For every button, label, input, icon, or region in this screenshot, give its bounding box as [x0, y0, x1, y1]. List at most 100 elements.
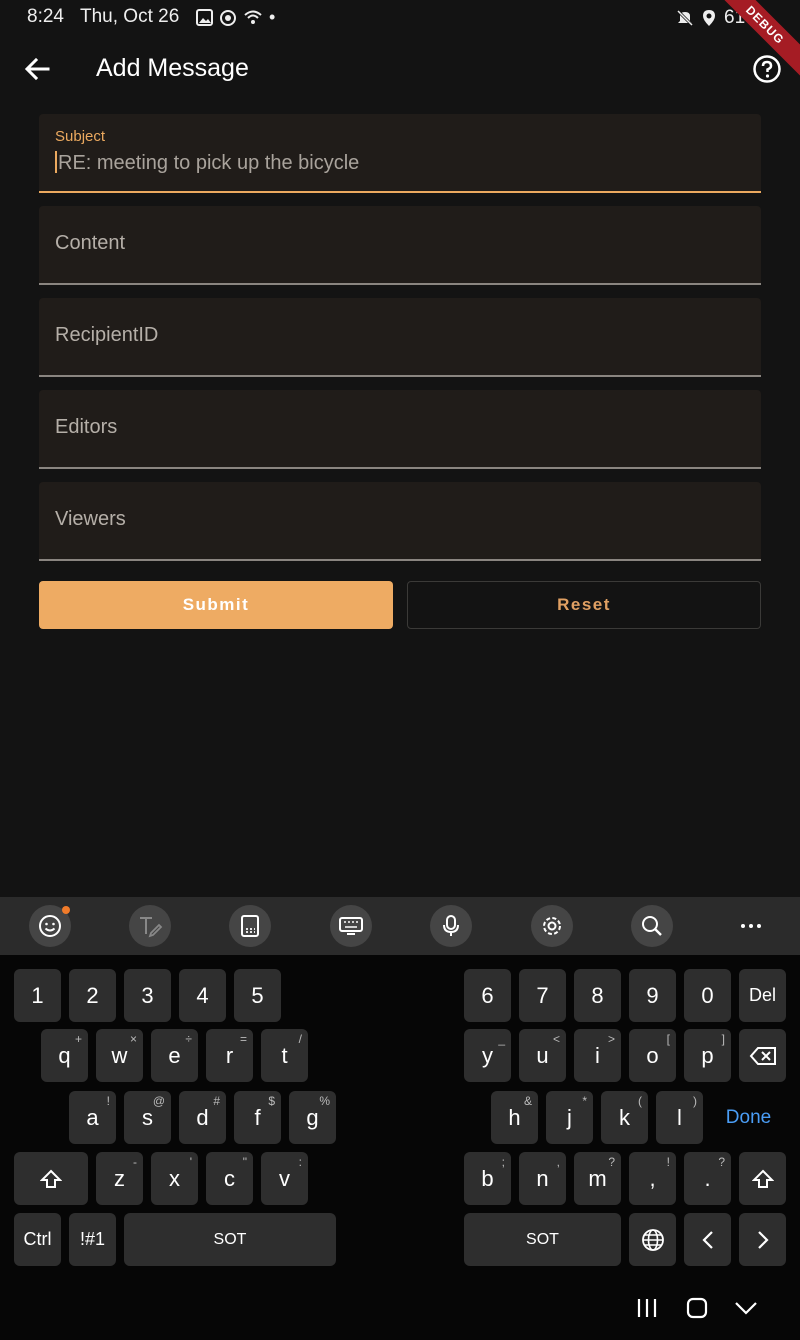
- cursor-right-key[interactable]: [739, 1213, 786, 1266]
- search-icon[interactable]: [631, 905, 673, 947]
- key-0[interactable]: 0: [684, 969, 731, 1022]
- done-key[interactable]: Done: [711, 1091, 786, 1144]
- shift-key-left[interactable]: [14, 1152, 88, 1205]
- key-z[interactable]: z-: [96, 1152, 143, 1205]
- key-label: w: [111, 1042, 128, 1068]
- sync-notification-icon: [220, 9, 236, 26]
- gallery-notification-icon: [196, 9, 213, 26]
- key-alt-label: ): [693, 1094, 697, 1108]
- hide-keyboard-icon[interactable]: [734, 1300, 758, 1316]
- location-icon: [703, 10, 715, 26]
- microphone-icon[interactable]: [430, 905, 472, 947]
- wifi-call-icon: [244, 10, 262, 24]
- key-6[interactable]: 6: [464, 969, 511, 1022]
- key-label: b: [481, 1165, 494, 1191]
- key-j[interactable]: j *: [546, 1091, 593, 1144]
- key-label: s: [142, 1104, 153, 1130]
- editors-field[interactable]: Editors: [39, 390, 761, 469]
- keyboard-layout-icon[interactable]: [330, 905, 372, 947]
- key-a[interactable]: a!: [69, 1091, 116, 1144]
- key-d[interactable]: d #: [179, 1091, 226, 1144]
- submit-button[interactable]: Submit: [39, 581, 393, 629]
- key-w[interactable]: w ×: [96, 1029, 143, 1082]
- delete-key[interactable]: Del: [739, 969, 786, 1022]
- language-key[interactable]: [629, 1213, 676, 1266]
- key-x[interactable]: x ': [151, 1152, 198, 1205]
- key-y[interactable]: y _: [464, 1029, 511, 1082]
- key-l[interactable]: l): [656, 1091, 703, 1144]
- back-arrow-icon[interactable]: [22, 54, 52, 84]
- system-nav-bar: [0, 1280, 800, 1340]
- clipboard-icon[interactable]: [229, 905, 271, 947]
- key-label: y: [482, 1042, 493, 1068]
- subject-field[interactable]: Subject RE: meeting to pick up the bicyc…: [39, 114, 761, 193]
- key-1[interactable]: 1: [14, 969, 61, 1022]
- key-s[interactable]: s @: [124, 1091, 171, 1144]
- key-c[interactable]: c ": [206, 1152, 253, 1205]
- key-k[interactable]: k(: [601, 1091, 648, 1144]
- content-field[interactable]: Content: [39, 206, 761, 285]
- key-label: o: [646, 1042, 659, 1068]
- key-label: t: [281, 1042, 288, 1068]
- settings-icon[interactable]: [531, 905, 573, 947]
- key-alt-label: +: [74, 1032, 82, 1046]
- key-i[interactable]: i >: [574, 1029, 621, 1082]
- key-f[interactable]: f $: [234, 1091, 281, 1144]
- key-u[interactable]: u <: [519, 1029, 566, 1082]
- editors-placeholder: Editors: [55, 416, 118, 438]
- key-p[interactable]: p]: [684, 1029, 731, 1082]
- key-alt-label: ÷: [185, 1032, 192, 1046]
- key-8[interactable]: 8: [574, 969, 621, 1022]
- key-label: l: [677, 1104, 682, 1130]
- reset-button[interactable]: Reset: [407, 581, 761, 629]
- space-key-left[interactable]: SOT: [124, 1213, 336, 1266]
- key-4[interactable]: 4: [179, 969, 226, 1022]
- key-label: u: [536, 1042, 549, 1068]
- key-5[interactable]: 5: [234, 969, 281, 1022]
- key-period[interactable]: .?: [684, 1152, 731, 1205]
- key-e[interactable]: e ÷: [151, 1029, 198, 1082]
- key-h[interactable]: h &: [491, 1091, 538, 1144]
- key-b[interactable]: b;: [464, 1152, 511, 1205]
- help-icon[interactable]: [752, 54, 782, 84]
- symbols-key[interactable]: !#1: [69, 1213, 116, 1266]
- text-cursor: [55, 151, 57, 173]
- key-m[interactable]: m?: [574, 1152, 621, 1205]
- key-alt-label: @: [152, 1094, 165, 1108]
- shift-icon: [751, 1169, 774, 1188]
- key-alt-label: ": [242, 1155, 247, 1169]
- key-comma[interactable]: ,!: [629, 1152, 676, 1205]
- key-v[interactable]: v:: [261, 1152, 308, 1205]
- app-bar: Add Message: [0, 34, 800, 104]
- key-alt-label: ?: [608, 1155, 615, 1169]
- key-n[interactable]: n,: [519, 1152, 566, 1205]
- key-t[interactable]: t /: [261, 1029, 308, 1082]
- key-g[interactable]: g%: [289, 1091, 336, 1144]
- key-label: z: [114, 1165, 125, 1191]
- ctrl-key[interactable]: Ctrl: [14, 1213, 61, 1266]
- key-label: k: [619, 1104, 630, 1130]
- key-alt-label: <: [552, 1032, 560, 1046]
- more-icon[interactable]: [730, 905, 772, 947]
- key-o[interactable]: o[: [629, 1029, 676, 1082]
- viewers-field[interactable]: Viewers: [39, 482, 761, 561]
- key-3[interactable]: 3: [124, 969, 171, 1022]
- key-alt-label: /: [298, 1032, 302, 1046]
- content-placeholder: Content: [55, 232, 126, 254]
- recent-apps-icon[interactable]: [636, 1298, 658, 1318]
- handwriting-icon[interactable]: [129, 905, 171, 947]
- key-r[interactable]: r =: [206, 1029, 253, 1082]
- key-2[interactable]: 2: [69, 969, 116, 1022]
- backspace-key[interactable]: [739, 1029, 786, 1082]
- key-q[interactable]: q +: [41, 1029, 88, 1082]
- key-7[interactable]: 7: [519, 969, 566, 1022]
- space-key-right[interactable]: SOT: [464, 1213, 621, 1266]
- home-icon[interactable]: [686, 1297, 708, 1319]
- shift-key-right[interactable]: [739, 1152, 786, 1205]
- cursor-left-key[interactable]: [684, 1213, 731, 1266]
- recipient-id-field[interactable]: RecipientID: [39, 298, 761, 377]
- key-label: h: [508, 1104, 521, 1130]
- page-title: Add Message: [96, 54, 249, 82]
- key-9[interactable]: 9: [629, 969, 676, 1022]
- status-time: 8:24: [27, 6, 64, 27]
